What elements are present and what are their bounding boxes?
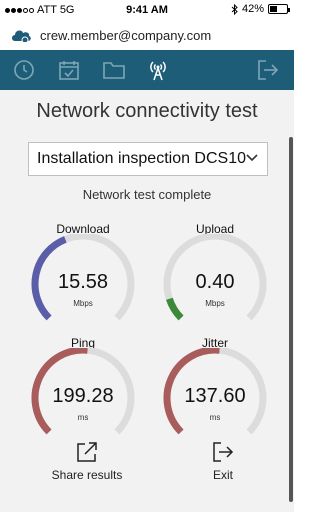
calendar-check-icon (59, 61, 79, 80)
logout-tab[interactable] (250, 50, 286, 90)
test-status: Network test complete (82, 187, 212, 202)
network-test-tab[interactable] (140, 50, 176, 90)
battery-percent: 42% (241, 3, 264, 15)
toolbar (0, 50, 294, 90)
antenna-icon (150, 61, 166, 81)
gauge-unit: Mbps (205, 299, 225, 308)
exit-icon (213, 442, 234, 462)
history-clock-icon (14, 60, 34, 80)
calendar-tab[interactable] (51, 50, 87, 90)
installation-select[interactable]: Installation inspection DCS10 (28, 142, 268, 176)
jitter-gauge: Jitter 137.60 ms (160, 336, 270, 446)
logout-icon (258, 60, 279, 80)
download-gauge: Download 15.58 Mbps (28, 222, 138, 332)
share-results-button[interactable]: Share results (42, 440, 132, 482)
upload-gauge: Upload 0.40 Mbps (160, 222, 270, 332)
folder-tab[interactable] (96, 50, 132, 90)
chevron-down-icon (246, 154, 258, 162)
history-tab[interactable] (6, 50, 42, 90)
account-email: crew.member@company.com (40, 27, 212, 43)
page-title: Network connectivity test (36, 100, 258, 122)
account-row: crew.member@company.com (0, 20, 294, 50)
gauge-unit: Mbps (73, 299, 93, 308)
main-content: Network connectivity test Installation i… (0, 90, 294, 512)
ping-gauge: Ping 199.28 ms (28, 336, 138, 446)
exit-button[interactable]: Exit (178, 440, 268, 482)
gauge-value: 199.28 (52, 385, 114, 407)
scrollbar[interactable] (289, 137, 293, 502)
share-icon (77, 442, 97, 462)
status-right: 42% (231, 3, 290, 15)
status-bar: ATT 5G 9:41 AM 42% (0, 0, 294, 20)
gauge-value: 0.40 (195, 271, 235, 293)
folder-icon (103, 62, 125, 79)
battery-icon (268, 4, 290, 14)
cloud-icon (12, 30, 31, 42)
gauge-value: 137.60 (184, 385, 246, 407)
gauge-value: 15.58 (57, 271, 109, 293)
installation-select-value: Installation inspection DCS10 (37, 150, 247, 167)
exit-label: Exit (212, 468, 233, 482)
gauge-unit: ms (209, 413, 221, 422)
bluetooth-icon (231, 3, 238, 15)
share-results-label: Share results (51, 468, 123, 482)
gauge-unit: ms (77, 413, 89, 422)
